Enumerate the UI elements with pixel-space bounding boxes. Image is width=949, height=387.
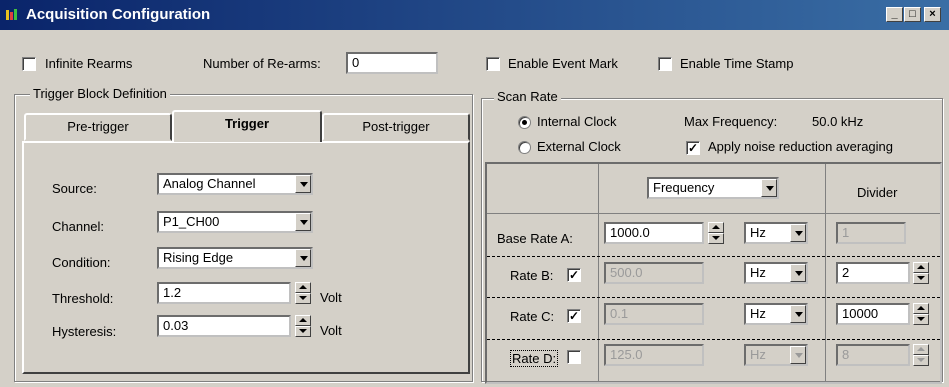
rate-b-unit: Hz: [750, 265, 766, 280]
rate-d-checkbox[interactable]: [567, 350, 581, 364]
scan-rate-title: Scan Rate: [494, 89, 561, 104]
num-rearms-label: Number of Re-arms:: [203, 56, 321, 71]
condition-label: Condition:: [52, 255, 111, 270]
hysteresis-spinner[interactable]: [295, 315, 311, 337]
rate-c-unit: Hz: [750, 306, 766, 321]
max-frequency-value: 50.0 kHz: [812, 114, 864, 129]
rate-b-unit-select[interactable]: Hz: [744, 262, 808, 284]
rate-b-divider-spinner[interactable]: [913, 262, 929, 284]
title-bar: Acquisition Configuration _ □ ×: [0, 0, 949, 30]
frequency-select[interactable]: Frequency: [647, 177, 779, 199]
rate-a-label: Base Rate A:: [497, 231, 573, 246]
chevron-down-icon[interactable]: [295, 175, 311, 193]
rate-c-label: Rate C:: [510, 309, 555, 324]
source-select[interactable]: Analog Channel: [157, 173, 313, 195]
chevron-down-icon[interactable]: [295, 249, 311, 267]
rate-a-spinner[interactable]: [708, 222, 724, 244]
event-mark-checkbox[interactable]: [486, 57, 500, 71]
chevron-down-icon[interactable]: [295, 213, 311, 231]
rate-a-divider-input[interactable]: 1: [836, 222, 906, 244]
tab-trigger[interactable]: Trigger: [172, 110, 322, 142]
rate-c-unit-select[interactable]: Hz: [744, 303, 808, 325]
rate-a-unit: Hz: [750, 225, 766, 240]
source-value: Analog Channel: [163, 176, 256, 191]
rate-d-divider-spinner[interactable]: [913, 344, 929, 366]
rate-d-unit: Hz: [750, 347, 766, 362]
event-mark-label: Enable Event Mark: [508, 56, 618, 71]
maximize-button[interactable]: □: [904, 7, 921, 22]
infinite-rearms-label: Infinite Rearms: [45, 56, 133, 71]
condition-select[interactable]: Rising Edge: [157, 247, 313, 269]
rate-c-divider-spinner[interactable]: [913, 303, 929, 325]
minimize-button[interactable]: _: [886, 7, 903, 22]
chevron-down-icon[interactable]: [761, 179, 777, 197]
time-stamp-checkbox[interactable]: [658, 57, 672, 71]
external-clock-label: External Clock: [537, 139, 621, 154]
external-clock-radio[interactable]: [518, 141, 531, 154]
tab-pre-trigger[interactable]: Pre-trigger: [24, 113, 172, 141]
rate-d-value-input[interactable]: 125.0: [604, 344, 704, 366]
source-label: Source:: [52, 181, 97, 196]
divider-header: Divider: [857, 185, 898, 200]
time-stamp-label: Enable Time Stamp: [680, 56, 794, 71]
hysteresis-label: Hysteresis:: [52, 324, 117, 339]
max-frequency-label: Max Frequency:: [684, 114, 778, 129]
threshold-unit: Volt: [320, 290, 342, 305]
chevron-down-icon[interactable]: [790, 305, 806, 323]
rate-c-value-input[interactable]: 0.1: [604, 303, 704, 325]
threshold-label: Threshold:: [52, 291, 114, 306]
hysteresis-input[interactable]: 0.03: [157, 315, 291, 337]
channel-select[interactable]: P1_CH00: [157, 211, 313, 233]
noise-reduction-label: Apply noise reduction averaging: [708, 139, 894, 154]
channel-label: Channel:: [52, 219, 105, 234]
tab-post-trigger[interactable]: Post-trigger: [322, 113, 470, 141]
chevron-down-icon[interactable]: [790, 264, 806, 282]
noise-reduction-checkbox[interactable]: ✓: [686, 141, 700, 155]
trigger-block-title: Trigger Block Definition: [30, 86, 170, 101]
threshold-spinner[interactable]: [295, 282, 311, 304]
rate-a-unit-select[interactable]: Hz: [744, 222, 808, 244]
condition-value: Rising Edge: [163, 250, 234, 265]
rate-b-divider-input[interactable]: 2: [836, 262, 910, 284]
window-title: Acquisition Configuration: [26, 6, 211, 23]
rate-c-divider-input[interactable]: 10000: [836, 303, 910, 325]
rate-b-label: Rate B:: [510, 268, 554, 283]
num-rearms-input[interactable]: 0: [346, 52, 438, 74]
rate-d-unit-select[interactable]: Hz: [744, 344, 808, 366]
chevron-down-icon[interactable]: [790, 346, 806, 364]
channel-value: P1_CH00: [163, 214, 220, 229]
frequency-select-value: Frequency: [653, 180, 715, 195]
rate-d-divider-input[interactable]: 8: [836, 344, 910, 366]
rate-a-value-input[interactable]: 1000.0: [604, 222, 704, 244]
close-button[interactable]: ×: [924, 7, 941, 22]
chevron-down-icon[interactable]: [790, 224, 806, 242]
rate-c-checkbox[interactable]: ✓: [567, 309, 581, 323]
infinite-rearms-checkbox[interactable]: [22, 57, 36, 71]
hysteresis-unit: Volt: [320, 323, 342, 338]
threshold-input[interactable]: 1.2: [157, 282, 291, 304]
rate-b-value-input[interactable]: 500.0: [604, 262, 704, 284]
internal-clock-label: Internal Clock: [537, 114, 617, 129]
internal-clock-radio[interactable]: [518, 116, 531, 129]
rate-b-checkbox[interactable]: ✓: [567, 268, 581, 282]
rate-d-label: Rate D:: [510, 350, 559, 367]
app-icon: [6, 9, 17, 20]
